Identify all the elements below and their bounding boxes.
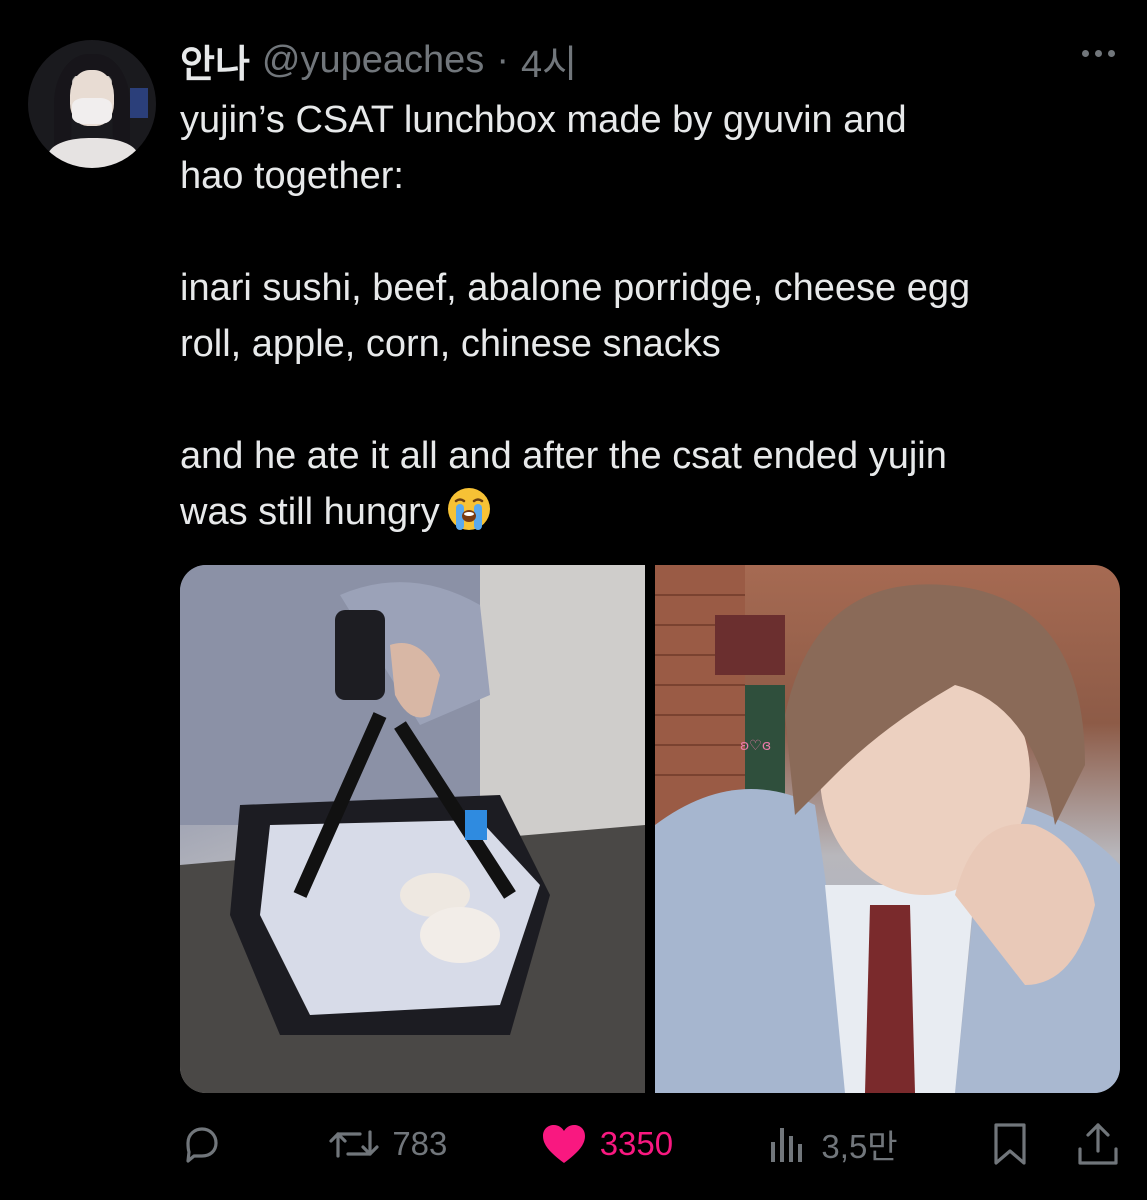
avatar[interactable] <box>28 40 156 168</box>
tweet-line: yujin’s CSAT lunchbox made by gyuvin and <box>180 99 907 141</box>
retweet-button[interactable]: 783 <box>328 1122 447 1166</box>
lunchbox-bag-illustration <box>180 565 645 1093</box>
share-icon[interactable] <box>1076 1121 1120 1167</box>
like-count: 3350 <box>599 1125 674 1162</box>
photo-sticker: ʚ♡ɞ <box>740 738 771 754</box>
tweet-line: was still hungry <box>180 491 440 533</box>
bookmark-icon[interactable] <box>990 1121 1030 1167</box>
reply-button[interactable] <box>180 1122 236 1166</box>
tweet-header: 안나 @yupeaches · 4시 <box>180 34 577 86</box>
tweet-line: and he ate it all and after the csat end… <box>180 435 947 477</box>
tweet-text: yujin’s CSAT lunchbox made by gyuvin and… <box>180 92 1120 540</box>
action-bar: 783 3350 3,5만 <box>180 1118 1120 1170</box>
like-button[interactable]: 3350 <box>540 1122 673 1166</box>
tweet-line: hao together: <box>180 155 404 197</box>
timestamp[interactable]: 4시 <box>521 33 577 88</box>
views-button[interactable]: 3,5만 <box>765 1120 898 1168</box>
retweet-count: 783 <box>392 1125 448 1162</box>
more-icon[interactable] <box>1082 50 1115 57</box>
avatar-mask <box>72 98 112 124</box>
tweet-line: roll, apple, corn, chinese snacks <box>180 323 721 365</box>
separator: · <box>496 38 509 81</box>
tweet-line-with-emoji: was still hungry <box>180 484 1120 540</box>
avatar-background <box>130 88 148 118</box>
lunchbox-bag-photo[interactable] <box>180 565 645 1093</box>
display-name[interactable]: 안나 <box>180 33 250 88</box>
reply-icon <box>186 1127 218 1163</box>
like-icon <box>542 1125 585 1163</box>
views-count: 3,5만 <box>821 1128 898 1165</box>
loudly-crying-face-icon <box>447 488 490 530</box>
media-grid[interactable]: ʚ♡ɞ <box>180 565 1120 1093</box>
retweet-icon <box>329 1130 379 1158</box>
handle[interactable]: @yupeaches <box>262 39 484 82</box>
views-icon <box>771 1128 803 1162</box>
tweet-line: inari sushi, beef, abalone porridge, che… <box>180 267 971 309</box>
yujin-portrait-photo[interactable]: ʚ♡ɞ <box>655 565 1120 1093</box>
portrait-illustration: ʚ♡ɞ <box>655 565 1120 1093</box>
right-actions <box>990 1121 1120 1167</box>
avatar-shirt <box>48 138 138 168</box>
